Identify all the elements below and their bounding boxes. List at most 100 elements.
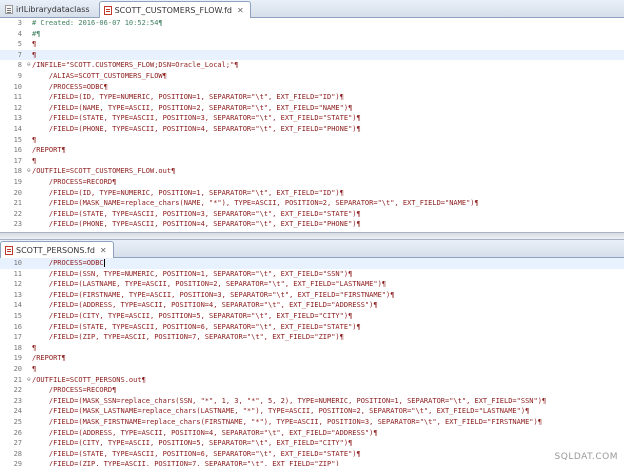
line-number: 15: [13, 311, 22, 320]
line-text: /FIELD=(ADDRESS, TYPE=ASCII, POSITION=4,…: [32, 301, 378, 310]
code-line: 10 /PROCESS=ODBC: [0, 258, 624, 269]
line-text: /FIELD=(STATE, TYPE=ASCII, POSITION=6, S…: [32, 449, 361, 458]
code-line: 15 ¶: [0, 135, 624, 146]
line-text: ¶: [32, 40, 37, 49]
line-number: 18: [13, 167, 22, 176]
code-line: 29 /FIELD=(ZIP, TYPE=ASCII, POSITION=7, …: [0, 459, 624, 466]
code-line: 22 /FIELD=(STATE, TYPE=ASCII, POSITION=3…: [0, 209, 624, 220]
line-text: /OUTFILE=SCOTT_PERSONS.out¶: [32, 375, 146, 384]
code-line: 25 /FIELD=(MASK_FIRSTNAME=replace_chars(…: [0, 417, 624, 428]
line-number: 8: [17, 61, 22, 70]
line-number: 29: [13, 460, 22, 466]
line-number: 25: [13, 417, 22, 426]
line-text: /REPORT¶: [32, 146, 66, 155]
line-number: 13: [13, 290, 22, 299]
line-text: /INFILE="SCOTT.CUSTOMERS_FLOW;DSN=Oracle…: [32, 61, 239, 70]
line-text: ¶: [32, 156, 37, 165]
code-line: 19/REPORT¶: [0, 353, 624, 364]
close-icon[interactable]: ✕: [237, 6, 244, 15]
line-number: 16: [13, 322, 22, 331]
code-line: 5 ¶: [0, 39, 624, 50]
line-number: 19: [13, 177, 22, 186]
line-text: /FIELD=(CITY, TYPE=ASCII, POSITION=5, SE…: [32, 439, 353, 448]
line-text: /FIELD=(SSN, TYPE=NUMERIC, POSITION=1, S…: [32, 269, 353, 278]
code-line: 21 ⊖/OUTFILE=SCOTT_PERSONS.out¶: [0, 375, 624, 386]
line-number: 20: [13, 188, 22, 197]
code-line: 26 /FIELD=(ADDRESS, TYPE=ASCII, POSITION…: [0, 428, 624, 439]
line-number: 15: [13, 135, 22, 144]
line-number: 24: [13, 407, 22, 416]
code-editor-persons[interactable]: 10 /PROCESS=ODBC 11 /FIELD=(SSN, TYPE=NUM…: [0, 258, 624, 466]
tab-pane1-1[interactable]: SCOTT_CUSTOMERS_FLOW.fd ✕: [98, 1, 251, 18]
code-line: 20 ¶: [0, 364, 624, 375]
line-number: 26: [13, 428, 22, 437]
line-text: /PROCESS=ODBC: [32, 259, 104, 267]
code-line: 11 /FIELD=(SSN, TYPE=NUMERIC, POSITION=1…: [0, 269, 624, 280]
code-line: 15 /FIELD=(CITY, TYPE=ASCII, POSITION=5,…: [0, 311, 624, 322]
line-text: /FIELD=(PHONE, TYPE=ASCII, POSITION=4, S…: [32, 124, 361, 133]
code-line: 10 /PROCESS=ODBC¶: [0, 82, 624, 93]
line-text: /ALIAS=SCOTT_CUSTOMERS_FLOW¶: [32, 71, 167, 80]
line-number: 12: [13, 280, 22, 289]
file-icon: [5, 5, 13, 14]
line-number: 10: [13, 82, 22, 91]
line-number: 21: [13, 375, 22, 384]
code-line: 28 /FIELD=(STATE, TYPE=ASCII, POSITION=6…: [0, 449, 624, 460]
line-number: 5: [17, 40, 22, 49]
line-number: 10: [13, 259, 22, 267]
line-number: 19: [13, 354, 22, 363]
line-text: /FIELD=(PHONE, TYPE=ASCII, POSITION=4, S…: [32, 220, 361, 229]
line-text: /FIELD=(MASK_SSN=replace_chars(SSN, "*",…: [32, 396, 547, 405]
code-line: 7 ¶: [0, 49, 624, 61]
editor-pane-customers: irlLibrarydataclass SCOTT_CUSTOMERS_FLOW.…: [0, 0, 624, 232]
line-number: 20: [13, 364, 22, 373]
code-line: 27 /FIELD=(CITY, TYPE=ASCII, POSITION=5,…: [0, 438, 624, 449]
text-caret: [103, 259, 105, 267]
line-number: 28: [13, 449, 22, 458]
code-line: 8 ⊖/INFILE="SCOTT.CUSTOMERS_FLOW;DSN=Orac…: [0, 60, 624, 71]
line-text: /FIELD=(STATE, TYPE=ASCII, POSITION=6, S…: [32, 322, 361, 331]
close-icon[interactable]: ✕: [100, 246, 107, 255]
line-number: 14: [13, 124, 22, 133]
tab-pane2-0[interactable]: SCOTT_PERSONS.fd ✕: [0, 241, 114, 258]
line-number: 21: [13, 199, 22, 208]
code-line: 23 /FIELD=(MASK_SSN=replace_chars(SSN, "…: [0, 396, 624, 407]
code-line: 19 /PROCESS=RECORD¶: [0, 177, 624, 188]
code-line: 23 /FIELD=(PHONE, TYPE=ASCII, POSITION=4…: [0, 219, 624, 230]
code-editor-customers[interactable]: 3 # Created: 2016-06-07 10:52:54¶ 4 #¶ 5 ¶ 7 ¶ 8…: [0, 18, 624, 230]
line-text: /FIELD=(ADDRESS, TYPE=ASCII, POSITION=4,…: [32, 428, 378, 437]
code-line: 13 /FIELD=(STATE, TYPE=ASCII, POSITION=3…: [0, 113, 624, 124]
tab-bar-top: irlLibrarydataclass SCOTT_CUSTOMERS_FLOW.…: [0, 0, 624, 18]
line-number: 12: [13, 103, 22, 112]
editor-pane-persons: SCOTT_PERSONS.fd ✕ 10 /PROCESS=ODBC 11 /FI…: [0, 240, 624, 466]
code-line: 22 /PROCESS=RECORD¶: [0, 385, 624, 396]
line-number: 11: [13, 93, 22, 102]
line-text: /FIELD=(FIRSTNAME, TYPE=ASCII, POSITION=…: [32, 290, 395, 299]
code-line: 24 /FIELD=(MASK_LASTNAME=replace_chars(L…: [0, 406, 624, 417]
line-text: /FIELD=(ID, TYPE=NUMERIC, POSITION=1, SE…: [32, 188, 344, 197]
line-text: ¶: [32, 343, 37, 352]
code-line: 20 /FIELD=(ID, TYPE=NUMERIC, POSITION=1,…: [0, 188, 624, 199]
line-text: /REPORT¶: [32, 354, 66, 363]
line-number: 11: [13, 269, 22, 278]
code-line: 21 /FIELD=(MASK_NAME=replace_chars(NAME,…: [0, 198, 624, 209]
line-text: /FIELD=(ZIP, TYPE=ASCII, POSITION=7, SEP…: [32, 333, 344, 342]
line-number: 22: [13, 209, 22, 218]
line-number: 9: [17, 71, 22, 80]
pane-splitter[interactable]: [0, 232, 624, 240]
line-text: /PROCESS=RECORD¶: [32, 177, 117, 186]
line-text: /FIELD=(NAME, TYPE=ASCII, POSITION=2, SE…: [32, 103, 353, 112]
line-text: /FIELD=(STATE, TYPE=ASCII, POSITION=3, S…: [32, 209, 361, 218]
tab-label: SCOTT_PERSONS.fd: [16, 245, 95, 255]
line-number: 23: [13, 396, 22, 405]
line-number: 17: [13, 333, 22, 342]
tab-label: SCOTT_CUSTOMERS_FLOW.fd: [114, 5, 232, 15]
code-line: 18 ¶: [0, 343, 624, 354]
line-number: 22: [13, 386, 22, 395]
line-text: # Created: 2016-06-07 10:52:54¶: [32, 19, 163, 27]
line-text: /FIELD=(MASK_NAME=replace_chars(NAME, "*…: [32, 199, 479, 208]
line-text: /FIELD=(STATE, TYPE=ASCII, POSITION=3, S…: [32, 114, 361, 123]
line-text: #¶: [32, 29, 41, 38]
code-line: 13 /FIELD=(FIRSTNAME, TYPE=ASCII, POSITI…: [0, 290, 624, 301]
tab-pane1-0[interactable]: irlLibrarydataclass: [0, 1, 97, 17]
